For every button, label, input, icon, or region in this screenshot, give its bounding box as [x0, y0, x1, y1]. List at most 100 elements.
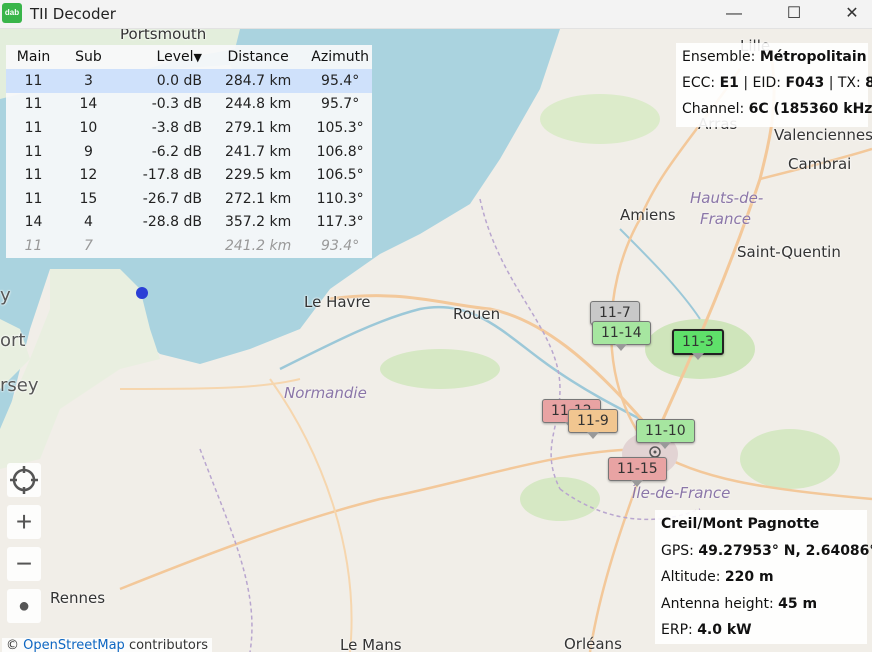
antenna-line: Antenna height: 45 m [661, 596, 867, 623]
cell-azimuth: 106.8° [316, 143, 364, 160]
cell-main: 11 [24, 237, 43, 254]
cell-sub: 7 [83, 237, 93, 254]
marker-11-10[interactable]: 11-10 [636, 419, 695, 449]
antenna-label: Antenna height: [661, 595, 774, 612]
cell-main: 11 [24, 119, 43, 136]
close-button[interactable]: ✕ [832, 0, 872, 28]
cell-level: -26.7 dB [142, 190, 202, 207]
zoom-out-button[interactable]: − [7, 547, 41, 581]
cell-level: -3.8 dB [151, 119, 202, 136]
tii-table[interactable]: Main Sub Level▼ Distance Azimuth 11 3 0.… [6, 45, 372, 258]
map-label-rouen: Rouen [453, 305, 501, 323]
table-row[interactable]: 11 14 -0.3 dB 244.8 km 95.7° [6, 93, 372, 117]
map-view[interactable]: Portsmouth Lille Arras Valenciennes Camb… [0, 29, 872, 652]
ensemble-info-panel: Ensemble: Métropolitain 1 ECC: E1 | EID:… [676, 43, 872, 127]
marker-11-9[interactable]: 11-9 [568, 409, 618, 439]
cell-distance: 244.8 km [224, 96, 292, 113]
erp-value: 4.0 kW [697, 622, 752, 638]
window-title: TII Decoder [30, 5, 116, 23]
cell-azimuth: 95.7° [321, 96, 360, 113]
map-label-ort: ort [0, 330, 26, 351]
table-row[interactable]: 11 3 0.0 dB 284.7 km 95.4° [6, 69, 372, 93]
minimize-button[interactable]: — [714, 0, 754, 28]
cell-azimuth: 117.3° [316, 214, 364, 231]
ensemble-line: Ensemble: Métropolitain 1 [682, 49, 872, 75]
app-icon: dab [2, 3, 22, 23]
marker-11-3[interactable]: 11-3 [672, 329, 724, 360]
table-row[interactable]: 11 7 241.2 km 93.4° [6, 234, 372, 258]
maximize-button[interactable]: ☐ [774, 0, 814, 28]
channel-line: Channel: 6C (185360 kHz) [682, 101, 872, 127]
map-label-cambrai: Cambrai [788, 155, 852, 173]
marker-11-14[interactable]: 11-14 [592, 321, 651, 351]
tx-value: 8 [865, 75, 872, 91]
cell-level: 0.0 dB [115, 69, 208, 93]
cell-sub: 9 [83, 143, 93, 160]
map-label-y: y [0, 285, 11, 306]
cell-distance: 279.1 km [224, 119, 292, 136]
zoom-in-button[interactable]: + [7, 505, 41, 539]
cell-main: 14 [24, 214, 43, 231]
altitude-label: Altitude: [661, 569, 721, 585]
cell-distance: 229.5 km [224, 167, 292, 184]
cell-sub: 10 [79, 119, 98, 136]
table-row[interactable]: 11 9 -6.2 dB 241.7 km 106.8° [6, 140, 372, 164]
header-level[interactable]: Level▼ [116, 45, 208, 69]
map-label-portsmouth: Portsmouth [120, 29, 207, 43]
channel-label: Channel: [682, 101, 745, 117]
cell-distance: 284.7 km [207, 69, 309, 93]
header-sub[interactable]: Sub [61, 45, 116, 69]
table-row[interactable]: 11 15 -26.7 dB 272.1 km 110.3° [6, 187, 372, 211]
map-label-saint-quentin: Saint-Quentin [737, 243, 841, 261]
erp-line: ERP: 4.0 kW [661, 622, 867, 649]
map-label-jersey: rsey [0, 375, 39, 396]
map-label-amiens: Amiens [620, 206, 676, 224]
cell-main: 11 [6, 69, 62, 93]
cell-sub: 12 [79, 167, 98, 184]
cell-level: -6.2 dB [151, 143, 202, 160]
table-row[interactable]: 14 4 -28.8 dB 357.2 km 117.3° [6, 211, 372, 235]
cell-level: -0.3 dB [151, 96, 202, 113]
cell-azimuth: 110.3° [316, 190, 364, 207]
map-label-rennes: Rennes [50, 589, 106, 607]
header-azimuth[interactable]: Azimuth [308, 45, 372, 69]
map-label-le-mans: Le Mans [340, 636, 402, 652]
cell-main: 11 [24, 143, 43, 160]
table-row[interactable]: 11 12 -17.8 dB 229.5 km 106.5° [6, 163, 372, 187]
locate-button[interactable] [7, 463, 41, 497]
ensemble-name: Métropolitain 1 [759, 49, 872, 65]
tx-name: Creil/Mont Pagnotte [661, 516, 867, 543]
cell-azimuth: 93.4° [321, 237, 360, 254]
antenna-value: 45 m [778, 595, 818, 612]
openstreetmap-link[interactable]: OpenStreetMap [23, 638, 125, 652]
cell-distance: 241.2 km [224, 237, 292, 254]
map-label-normandie: Normandie [284, 384, 367, 402]
copyright-symbol: © [6, 638, 19, 652]
cell-azimuth: 105.3° [316, 119, 364, 136]
cell-distance: 272.1 km [224, 190, 292, 207]
table-header-row: Main Sub Level▼ Distance Azimuth [6, 45, 372, 69]
transmitter-name: Creil/Mont Pagnotte [661, 516, 820, 532]
cell-sub: 3 [61, 69, 116, 93]
cell-level [116, 234, 208, 258]
cell-azimuth: 95.4° [308, 69, 372, 93]
tx-label: | TX: [828, 75, 861, 91]
map-label-valenciennes: Valenciennes [774, 126, 872, 144]
table-row[interactable]: 11 10 -3.8 dB 279.1 km 105.3° [6, 116, 372, 140]
eid-value: F043 [785, 75, 825, 91]
ecc-label: ECC: [682, 75, 716, 91]
ecc-value: E1 [719, 75, 739, 91]
header-distance[interactable]: Distance [208, 45, 308, 69]
cell-level: -28.8 dB [142, 214, 202, 231]
eid-label: | EID: [743, 75, 781, 91]
cell-sub: 14 [79, 96, 98, 113]
cell-azimuth: 106.5° [316, 167, 364, 184]
center-dot-button[interactable]: ● [7, 589, 41, 623]
header-main[interactable]: Main [6, 45, 61, 69]
ensemble-label: Ensemble: [682, 49, 756, 65]
altitude-line: Altitude: 220 m [661, 569, 867, 596]
cell-main: 11 [24, 96, 43, 113]
cell-distance: 241.7 km [224, 143, 292, 160]
marker-11-15[interactable]: 11-15 [608, 457, 667, 487]
gps-label: GPS: [661, 542, 694, 559]
